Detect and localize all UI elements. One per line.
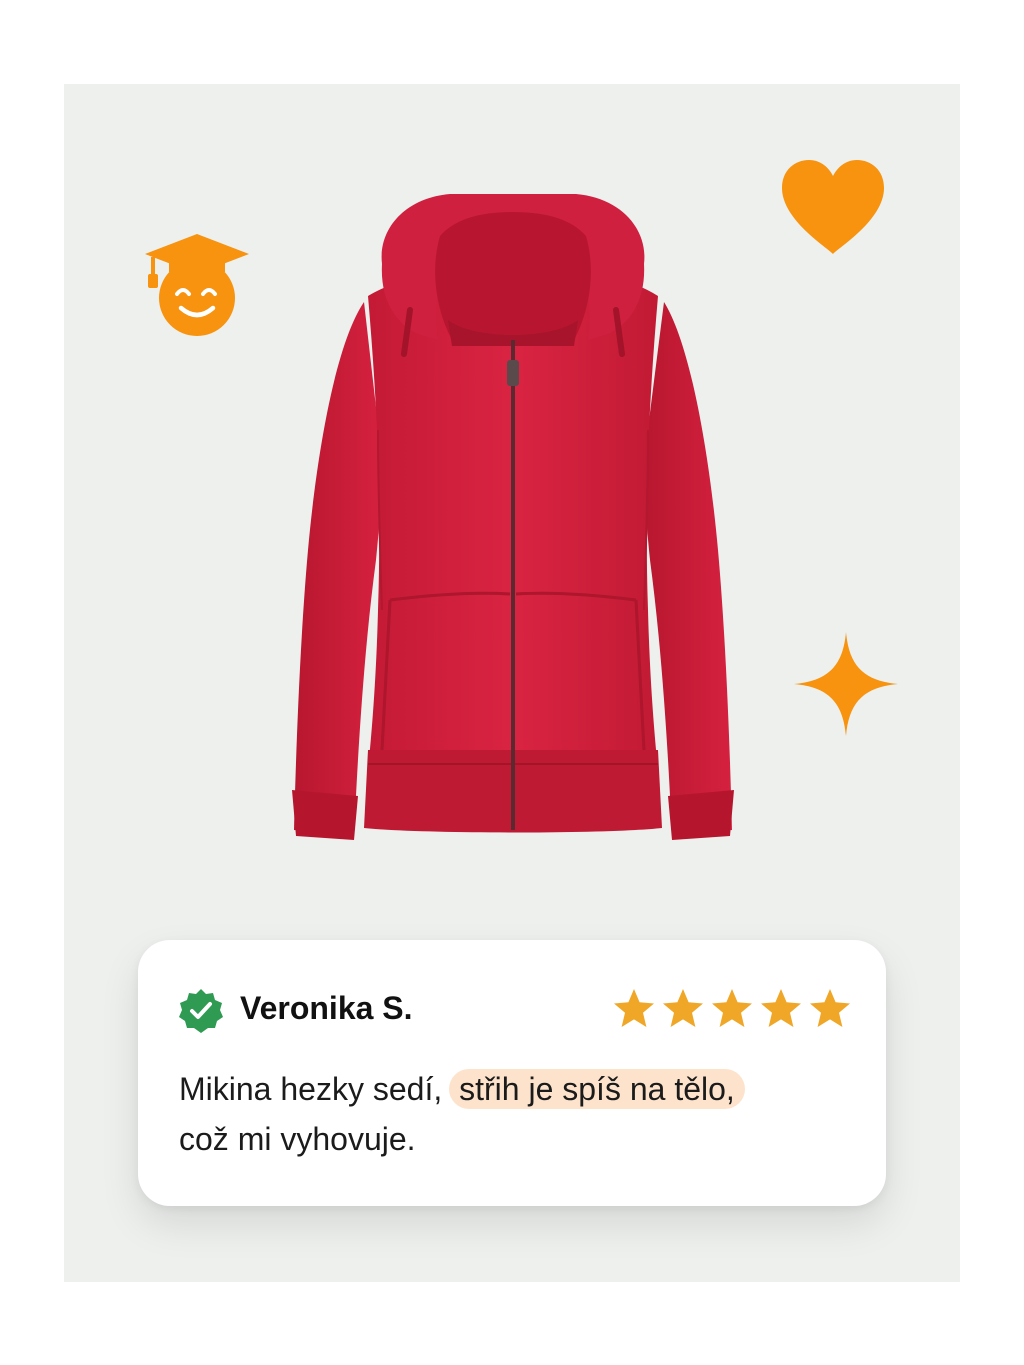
sparkle-icon bbox=[794, 632, 898, 736]
review-text-part2: což mi vyhovuje. bbox=[179, 1121, 416, 1157]
star-icon bbox=[614, 989, 654, 1027]
heart-icon bbox=[782, 160, 884, 254]
review-text-highlight: střih je spíš na tělo, bbox=[449, 1069, 745, 1109]
star-icon bbox=[761, 989, 801, 1027]
graduation-smiley-icon bbox=[145, 234, 249, 336]
verified-check-icon bbox=[179, 989, 223, 1033]
review-text: Mikina hezky sedí, střih je spíš na tělo… bbox=[179, 1064, 859, 1164]
product-image-red-hoodie bbox=[292, 194, 734, 840]
review-card: Veronika S. Mikina hezky sedí, střih je … bbox=[138, 940, 886, 1206]
star-icon bbox=[810, 989, 850, 1027]
star-icon bbox=[663, 989, 703, 1027]
reviewer-name: Veronika S. bbox=[240, 990, 413, 1026]
review-text-part1: Mikina hezky sedí, bbox=[179, 1071, 452, 1107]
star-icon bbox=[712, 989, 752, 1027]
star-rating bbox=[612, 987, 852, 1031]
